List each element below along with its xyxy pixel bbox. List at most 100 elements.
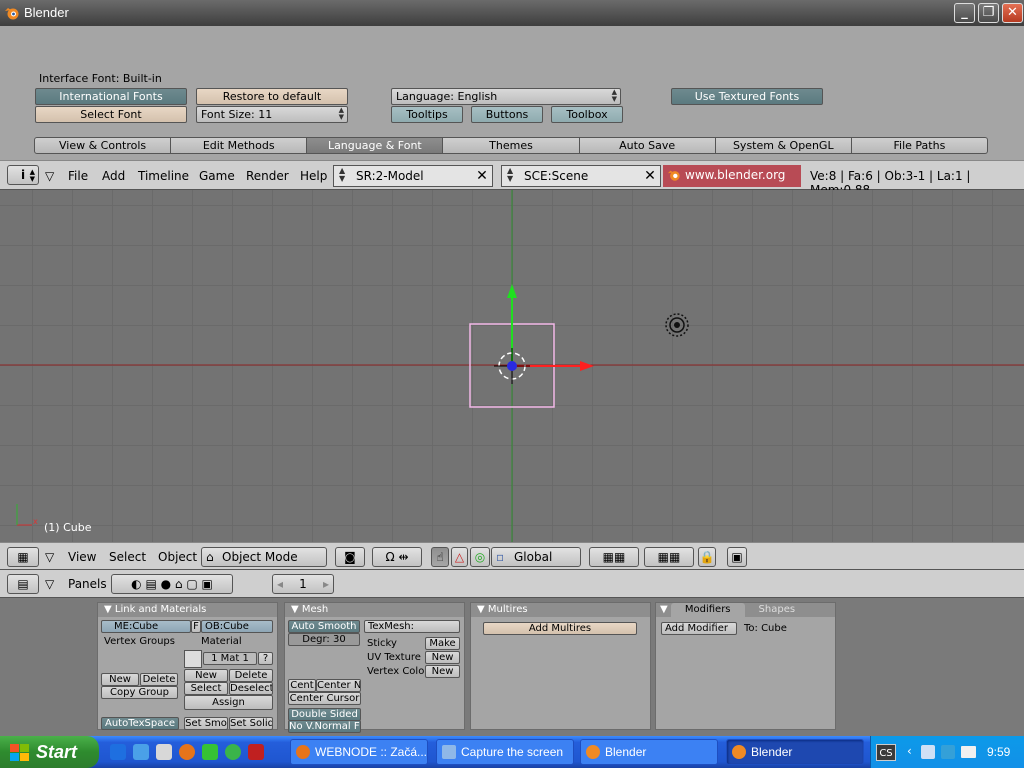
add-multires-button[interactable]: Add Multires bbox=[483, 622, 637, 635]
layer-buttons-2[interactable]: ▦▦ bbox=[644, 547, 694, 567]
no-vnormal-flip-toggle[interactable]: No V.Normal Fli bbox=[288, 720, 361, 733]
scene-selector[interactable]: ▲ ▼ SCE:Scene ✕ bbox=[501, 165, 661, 187]
menu-view[interactable]: View bbox=[68, 550, 96, 564]
tab-system-opengl[interactable]: System & OpenGL bbox=[715, 137, 852, 154]
menu-object[interactable]: Object bbox=[158, 550, 197, 564]
panel-header[interactable]: ▼ Mesh bbox=[285, 603, 464, 617]
menu-timeline[interactable]: Timeline bbox=[138, 169, 189, 183]
language-indicator[interactable]: CS bbox=[876, 744, 896, 761]
tab-themes[interactable]: Themes bbox=[443, 137, 580, 154]
mesh-datablock-field[interactable]: ME:Cube bbox=[101, 620, 191, 633]
mail-icon[interactable] bbox=[961, 746, 976, 758]
toolbox-toggle[interactable]: Toolbox bbox=[551, 106, 623, 123]
vgroup-delete-button[interactable]: Delete bbox=[140, 673, 178, 686]
copy-group-button[interactable]: Copy Group bbox=[101, 686, 178, 699]
material-index-field[interactable]: 1 Mat 1 bbox=[203, 652, 257, 665]
autotexspace-toggle[interactable]: AutoTexSpace bbox=[101, 717, 179, 730]
center-cursor-button[interactable]: Center Cursor bbox=[288, 692, 361, 705]
mode-dropdown[interactable]: ⌂ Object Mode bbox=[201, 547, 327, 567]
texmesh-field[interactable]: TexMesh: bbox=[364, 620, 460, 633]
ie-icon[interactable] bbox=[110, 744, 126, 760]
auto-smooth-toggle[interactable]: Auto Smooth bbox=[288, 620, 360, 633]
menu-help[interactable]: Help bbox=[300, 169, 327, 183]
editor-type-menu[interactable]: ▤ bbox=[7, 574, 39, 594]
collapse-menu-icon[interactable]: ▽ bbox=[45, 169, 54, 183]
material-assign-button[interactable]: Assign bbox=[184, 695, 273, 710]
utorrent-icon[interactable] bbox=[225, 744, 241, 760]
fake-user-button[interactable]: F bbox=[191, 620, 201, 633]
task-webnode[interactable]: WEBNODE :: Začá... bbox=[290, 739, 428, 765]
tab-shapes[interactable]: Shapes bbox=[745, 603, 810, 617]
font-size-dropdown[interactable]: Font Size: 11 ▲ ▼ bbox=[196, 106, 348, 123]
material-delete-button[interactable]: Delete bbox=[229, 669, 273, 682]
screen-selector[interactable]: ▲ ▼ SR:2-Model ✕ bbox=[333, 165, 493, 187]
lock-icon[interactable]: 🔒 bbox=[698, 547, 716, 567]
network-icon[interactable] bbox=[921, 745, 935, 759]
vertex-color-new-button[interactable]: New bbox=[425, 665, 460, 678]
menu-add[interactable]: Add bbox=[102, 169, 125, 183]
window-type-menu[interactable]: i ▲ ▼ bbox=[7, 165, 39, 185]
layer-buttons-1[interactable]: ▦▦ bbox=[589, 547, 639, 567]
restore-default-button[interactable]: Restore to default bbox=[196, 88, 348, 105]
material-deselect-button[interactable]: Deselect bbox=[229, 682, 273, 695]
material-new-button[interactable]: New bbox=[184, 669, 228, 682]
context-buttons[interactable]: ◐ ▤ ● ⌂ ▢ ▣ bbox=[111, 574, 233, 594]
vgroup-new-button[interactable]: New bbox=[101, 673, 139, 686]
minimize-button[interactable]: _ bbox=[954, 3, 975, 23]
firefox-icon[interactable] bbox=[179, 744, 195, 760]
rotate-manipulator[interactable]: ◎ bbox=[470, 547, 490, 567]
panel-header[interactable]: ▼ Link and Materials bbox=[98, 603, 277, 617]
blender-website-link[interactable]: www.blender.org 245 bbox=[663, 165, 801, 202]
app-icon[interactable] bbox=[156, 744, 172, 760]
maximize-button[interactable]: ❐ bbox=[978, 3, 999, 23]
material-select-button[interactable]: Select bbox=[184, 682, 228, 695]
task-blender-1[interactable]: Blender bbox=[580, 739, 718, 765]
pivot-dropdown[interactable]: Ω ⇹ bbox=[372, 547, 422, 567]
frame-field[interactable]: ◂ 1 ▸ bbox=[272, 574, 334, 594]
international-fonts-toggle[interactable]: International Fonts bbox=[35, 88, 187, 105]
start-button[interactable]: Start bbox=[0, 736, 99, 768]
collapse-menu-icon[interactable]: ▽ bbox=[45, 550, 54, 564]
set-solid-button[interactable]: Set Solid bbox=[229, 717, 273, 730]
center-new-button[interactable]: Center N bbox=[316, 679, 361, 692]
task-capture[interactable]: Capture the screen bbox=[436, 739, 574, 765]
settings-icon[interactable] bbox=[202, 744, 218, 760]
panel-header[interactable]: ▼ Multires bbox=[471, 603, 650, 617]
tab-language-font[interactable]: Language & Font bbox=[307, 137, 444, 154]
collapse-menu-icon[interactable]: ▽ bbox=[45, 577, 54, 591]
add-modifier-button[interactable]: Add Modifier bbox=[661, 622, 737, 635]
menu-file[interactable]: File bbox=[68, 169, 88, 183]
object-datablock-field[interactable]: OB:Cube bbox=[201, 620, 273, 633]
translate-manipulator[interactable]: △ bbox=[451, 547, 468, 567]
menu-panels[interactable]: Panels bbox=[68, 577, 107, 591]
language-dropdown[interactable]: Language: English ▲ ▼ bbox=[391, 88, 621, 105]
tab-file-paths[interactable]: File Paths bbox=[851, 137, 988, 154]
app-tray-icon[interactable] bbox=[941, 745, 955, 759]
set-smooth-button[interactable]: Set Smo bbox=[184, 717, 228, 730]
manipulator-toggle[interactable]: ☝ bbox=[431, 547, 449, 567]
center-button[interactable]: Cent bbox=[288, 679, 316, 692]
arrow-right-icon[interactable]: ▸ bbox=[323, 575, 329, 593]
use-textured-fonts-toggle[interactable]: Use Textured Fonts bbox=[671, 88, 823, 105]
degree-field[interactable]: Degr: 30 bbox=[288, 633, 360, 646]
menu-select[interactable]: Select bbox=[109, 550, 146, 564]
delete-screen-icon[interactable]: ✕ bbox=[472, 166, 492, 186]
uv-texture-new-button[interactable]: New bbox=[425, 651, 460, 664]
delete-scene-icon[interactable]: ✕ bbox=[640, 166, 660, 186]
close-button[interactable]: ✕ bbox=[1002, 3, 1023, 23]
select-font-button[interactable]: Select Font bbox=[35, 106, 187, 123]
tool-icon[interactable] bbox=[248, 744, 264, 760]
task-blender-2[interactable]: Blender bbox=[726, 739, 864, 765]
material-color-swatch[interactable] bbox=[184, 650, 202, 668]
menu-render[interactable]: Render bbox=[246, 169, 289, 183]
render-preview-icon[interactable]: ▣ bbox=[727, 547, 747, 567]
sticky-make-button[interactable]: Make bbox=[425, 637, 460, 650]
arrow-left-icon[interactable]: ◂ bbox=[277, 575, 283, 593]
buttons-toggle[interactable]: Buttons bbox=[471, 106, 543, 123]
material-help-button[interactable]: ? bbox=[258, 652, 273, 665]
tab-modifiers[interactable]: Modifiers bbox=[670, 603, 745, 617]
tab-auto-save[interactable]: Auto Save bbox=[579, 137, 716, 154]
tray-expand-icon[interactable]: ‹ bbox=[907, 744, 912, 758]
collapse-icon[interactable]: ▼ bbox=[660, 603, 671, 617]
draw-type-dropdown[interactable]: ◙ bbox=[335, 547, 365, 567]
